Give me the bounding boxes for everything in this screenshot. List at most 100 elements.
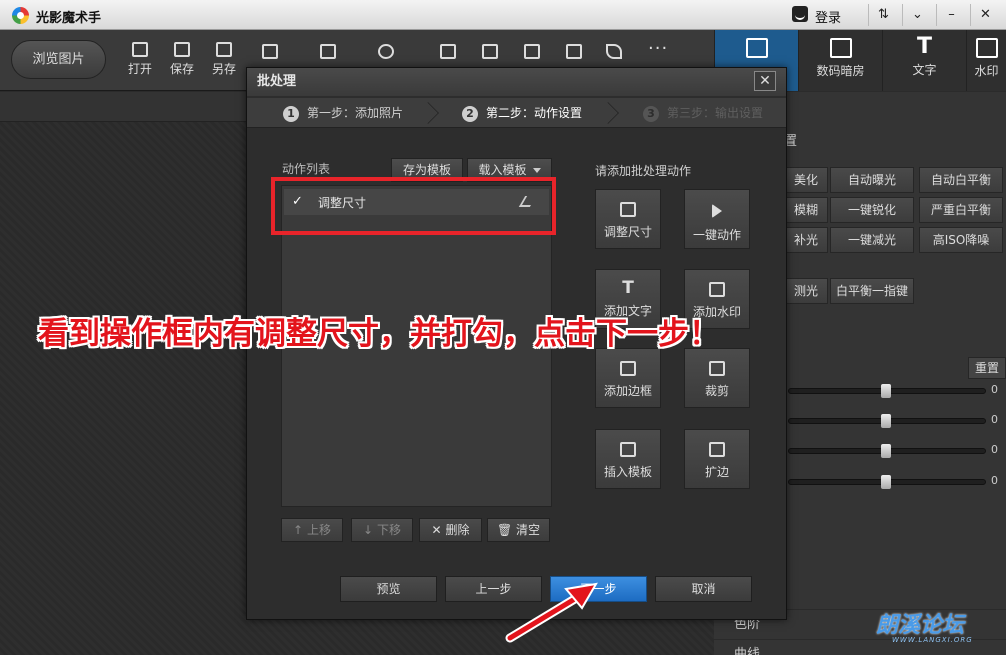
save-as-label: 另存 [211, 62, 236, 76]
next-step-button[interactable]: 下一步 [550, 576, 647, 602]
watermark-icon [709, 282, 725, 297]
crop-tool-icon[interactable] [320, 44, 336, 59]
step-label: 第二步：动作设置 [486, 106, 583, 120]
crop-icon [709, 361, 725, 376]
text-icon: T [916, 34, 932, 59]
delete-icon: ✕ [431, 523, 442, 537]
move-down-label: 下移 [376, 523, 401, 537]
tile-resize[interactable]: 调整尺寸 [595, 189, 661, 249]
rotate-icon[interactable] [378, 44, 394, 59]
step-2: 2 第二步：动作设置 [462, 98, 582, 128]
minimize-button[interactable]: – [936, 4, 966, 26]
user-icon[interactable] [792, 6, 808, 22]
save-button[interactable]: 保存 [162, 42, 202, 77]
step-1: 1 第一步：添加照片 [283, 98, 403, 128]
delete-button[interactable]: ✕ 删除 [419, 518, 482, 542]
slider-knob[interactable] [881, 475, 891, 489]
play-icon [712, 204, 722, 218]
tab-darkroom[interactable]: 数码暗房 [798, 30, 882, 91]
reduce-light-button[interactable]: 一键减光 [830, 227, 914, 253]
camera-icon [829, 38, 852, 58]
metering-button[interactable]: 测光 [784, 278, 828, 304]
arrow-down-icon: ↓ [363, 523, 374, 537]
save-label: 保存 [169, 62, 194, 76]
print-icon[interactable] [566, 44, 582, 59]
grid-icon[interactable] [524, 44, 540, 59]
save-as-button[interactable]: 另存 [204, 42, 244, 77]
slider-knob[interactable] [881, 414, 891, 428]
watermark-url: WWW.LANGXI.ORG [892, 636, 973, 644]
size-icon[interactable] [262, 44, 278, 59]
tile-expand[interactable]: 扩边 [684, 429, 750, 489]
cancel-button[interactable]: 取消 [655, 576, 752, 602]
chevron-down-icon [532, 168, 541, 173]
watermark-logo: 朗溪论坛 [876, 613, 965, 638]
app-logo-icon [12, 7, 29, 24]
dialog-close-button[interactable]: ✕ [754, 71, 776, 91]
step-separator [417, 98, 435, 128]
blur-button[interactable]: 模糊 [784, 197, 828, 223]
more-icon[interactable]: ··· [648, 38, 668, 59]
beautify-button[interactable]: 美化 [784, 167, 828, 193]
move-up-button[interactable]: ↑ 上移 [281, 518, 343, 542]
app-title: 光影魔术手 [36, 11, 102, 26]
tile-label: 添加边框 [603, 384, 652, 398]
step-label: 第三步：输出设置 [667, 106, 764, 120]
frame-icon [620, 361, 636, 376]
action-list-label: 动作列表 [282, 162, 331, 176]
preview-button[interactable]: 预览 [340, 576, 437, 602]
save-as-icon [216, 42, 232, 57]
reset-button[interactable]: 重置 [968, 357, 1006, 379]
frame-tool-icon[interactable] [482, 44, 498, 59]
arrow-up-icon: ↑ [293, 523, 304, 537]
tab-label: 水印 [974, 64, 999, 78]
tile-insert-template[interactable]: 插入模板 [595, 429, 661, 489]
expand-icon [709, 442, 725, 457]
wb-one-click-button[interactable]: 白平衡一指键 [830, 278, 914, 304]
tile-add-frame[interactable]: 添加边框 [595, 348, 661, 408]
tab-label: 数码暗房 [816, 64, 865, 78]
text-icon: T [622, 278, 634, 298]
login-link[interactable]: 登录 [815, 7, 841, 26]
save-icon [174, 42, 190, 57]
step-label: 第一步：添加照片 [307, 106, 404, 120]
prev-step-button[interactable]: 上一步 [445, 576, 542, 602]
auto-wb-button[interactable]: 自动白平衡 [919, 167, 1003, 193]
slider-knob[interactable] [881, 384, 891, 398]
clear-label: 清空 [516, 523, 541, 537]
star-icon[interactable] [440, 44, 456, 59]
close-window-button[interactable]: ✕ [970, 4, 1000, 26]
wizard-steps: 1 第一步：添加照片 2 第二步：动作设置 3 第三步：输出设置 [247, 98, 786, 128]
severe-wb-button[interactable]: 严重白平衡 [919, 197, 1003, 223]
tab-label: 文字 [912, 63, 937, 77]
trash-icon: 🗑 [496, 523, 513, 537]
tile-one-click[interactable]: 一键动作 [684, 189, 750, 249]
tile-label: 一键动作 [692, 228, 741, 242]
open-button[interactable]: 打开 [120, 42, 160, 77]
step-number: 1 [283, 105, 299, 122]
load-template-label: 载入模板 [478, 163, 527, 177]
tab-text[interactable]: T 文字 [882, 30, 966, 91]
browse-images-button[interactable]: 浏览图片 [11, 40, 106, 79]
slider-value: 0 [991, 474, 998, 487]
delete-label: 删除 [445, 523, 470, 537]
clear-button[interactable]: 🗑 清空 [487, 518, 550, 542]
brush-icon[interactable] [606, 44, 622, 59]
slider-value: 0 [991, 413, 998, 426]
menu-button[interactable]: ⌄ [902, 4, 932, 26]
open-label: 打开 [127, 62, 152, 76]
sync-button[interactable]: ⇅ [868, 4, 898, 26]
tab-watermark[interactable]: 水印 [966, 30, 1006, 91]
tile-label: 插入模板 [603, 465, 652, 479]
edit-icon [745, 38, 768, 58]
slider-knob[interactable] [881, 444, 891, 458]
auto-exposure-button[interactable]: 自动曝光 [830, 167, 914, 193]
step-separator [597, 98, 615, 128]
tile-label: 扩边 [704, 465, 729, 479]
fill-light-button[interactable]: 补光 [784, 227, 828, 253]
tile-label: 调整尺寸 [603, 225, 652, 239]
move-down-button[interactable]: ↓ 下移 [351, 518, 413, 542]
sharpen-button[interactable]: 一键锐化 [830, 197, 914, 223]
tile-crop[interactable]: 裁剪 [684, 348, 750, 408]
denoise-button[interactable]: 高ISO降噪 [919, 227, 1003, 253]
